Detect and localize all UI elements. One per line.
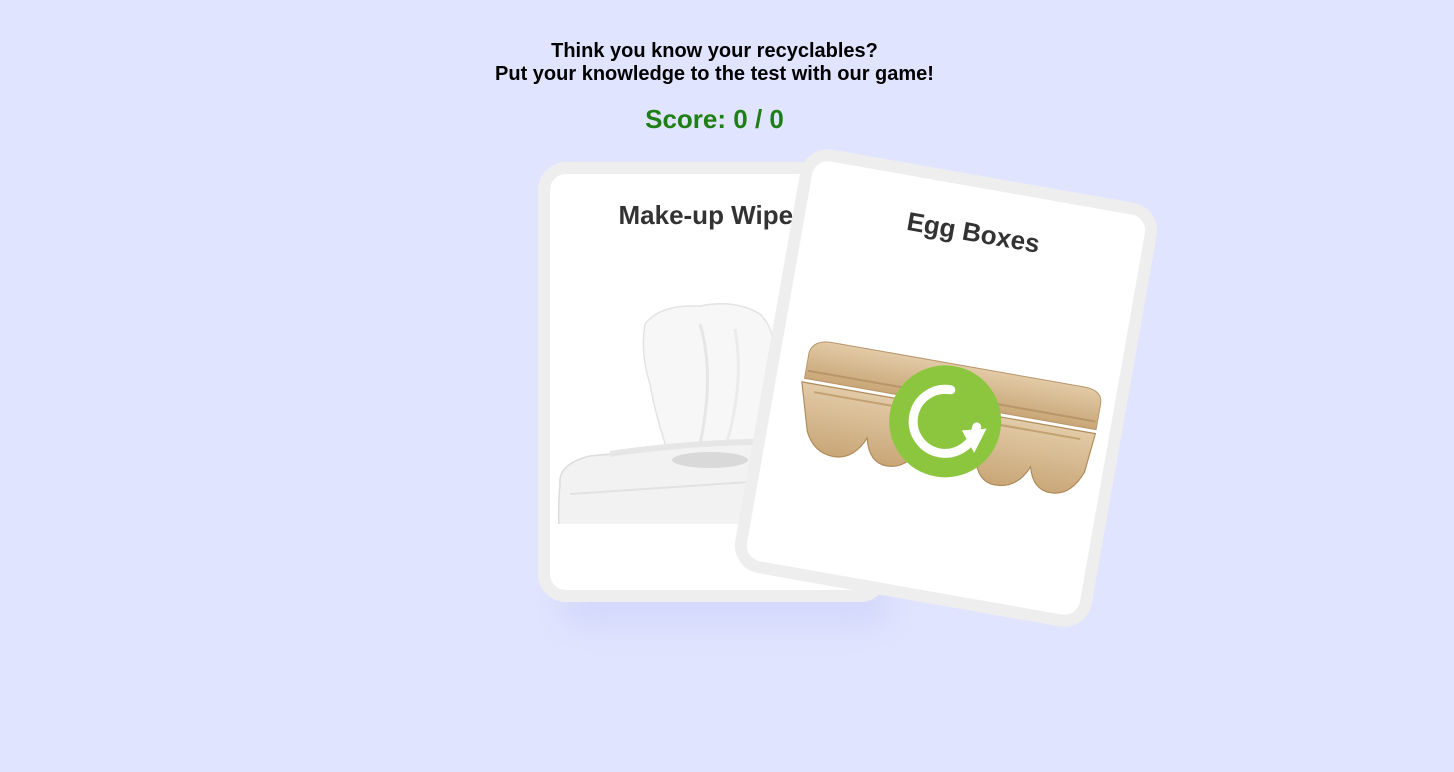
score-display: Score: 0 / 0 <box>645 104 784 134</box>
card-egg-boxes[interactable]: Egg Boxes <box>730 144 1162 632</box>
intro-line-1: Think you know your recyclables? <box>551 40 878 62</box>
intro-heading: Think you know your recyclables? Put you… <box>0 40 1429 86</box>
intro-line-2: Put your knowledge to the test with our … <box>495 63 934 85</box>
card-title: Egg Boxes <box>904 205 1043 259</box>
game-stage: Think you know your recyclables? Put you… <box>0 0 1454 772</box>
recycle-icon <box>889 365 1002 478</box>
